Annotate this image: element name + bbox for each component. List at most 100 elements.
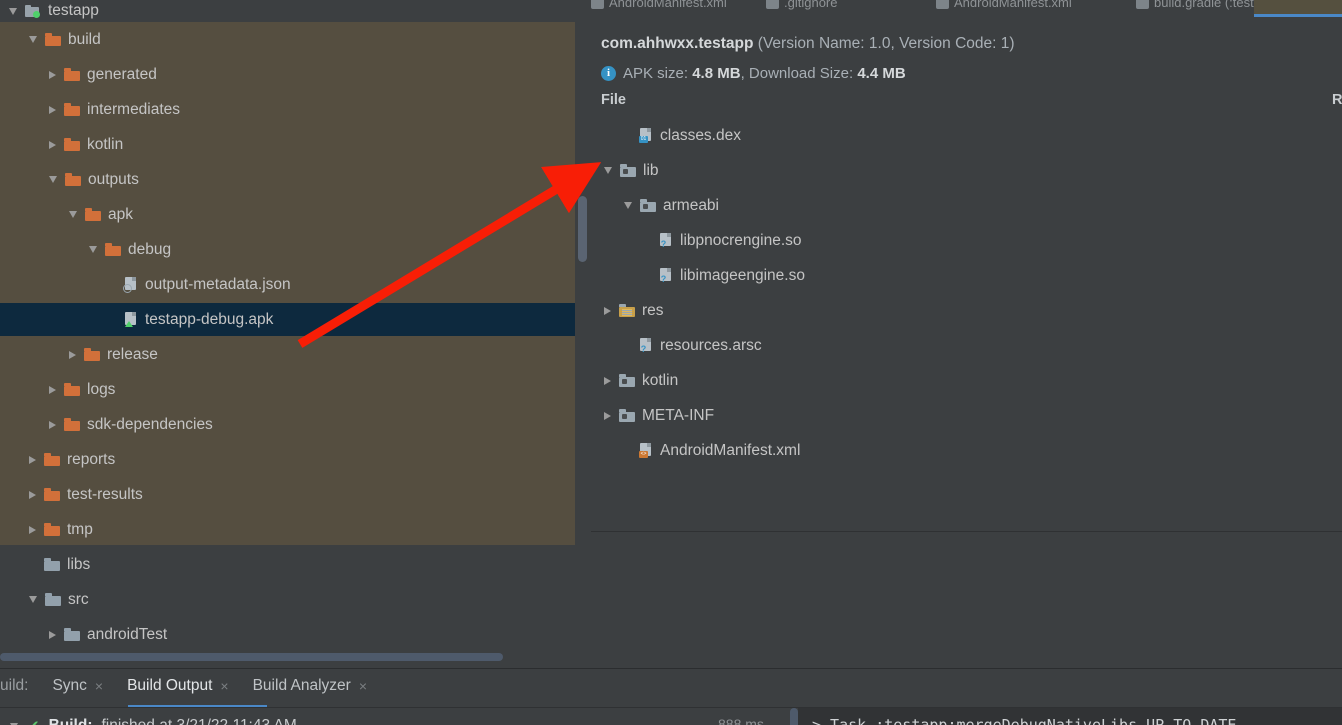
tree-item-label: src <box>68 590 89 608</box>
apk-analyzer-panel: AndroidManifest.xml .gitignore AndroidMani… <box>591 0 1342 668</box>
expand-triangle-icon[interactable] <box>29 525 36 534</box>
build-panel-tabs[interactable]: uild: Sync × Build Output × Build Analyzer × <box>0 671 379 701</box>
build-tab-label: Build Output <box>127 677 213 694</box>
apk-tree-item-libimageengine-so[interactable]: ? libimageengine.so <box>591 258 1342 293</box>
expand-triangle-icon[interactable] <box>49 385 56 394</box>
tree-item-testapp-debug-apk[interactable]: testapp-debug.apk <box>0 302 575 337</box>
apk-tree-item-label: classes.dex <box>660 126 741 144</box>
tree-item-logs[interactable]: logs <box>0 372 575 407</box>
apk-tree-item-androidmanifest-xml[interactable]: <> AndroidManifest.xml <box>591 433 1342 468</box>
tree-item-label: build <box>68 30 101 48</box>
apk-package-name: com.ahhwxx.testapp <box>601 35 754 52</box>
expand-triangle-icon[interactable] <box>29 455 36 464</box>
android-module-icon <box>25 4 41 18</box>
apk-tree-item-libpnocrengine-so[interactable]: ? libpnocrengine.so <box>591 223 1342 258</box>
tree-item-libs[interactable]: libs <box>0 547 575 582</box>
unknown-file-icon: ? <box>659 268 673 284</box>
tree-item-kotlin[interactable]: kotlin <box>0 127 575 162</box>
folder-icon <box>64 418 80 431</box>
tree-item-label: logs <box>87 380 116 398</box>
apk-panel-divider <box>591 531 1342 532</box>
expand-triangle-icon[interactable] <box>604 411 611 420</box>
apk-tree-item-armeabi[interactable]: armeabi <box>591 188 1342 223</box>
archive-folder-icon <box>640 199 656 212</box>
tree-item-label: debug <box>128 240 172 258</box>
build-panel-top-border <box>0 668 1342 669</box>
tree-item-androidtest[interactable]: androidTest <box>0 617 575 652</box>
tree-root-testapp[interactable]: testapp <box>0 0 575 22</box>
expand-triangle-icon[interactable] <box>49 105 56 114</box>
apk-tree-item-kotlin[interactable]: kotlin <box>591 363 1342 398</box>
expand-triangle-icon[interactable] <box>49 420 56 429</box>
tree-item-sdk-dependencies[interactable]: sdk-dependencies <box>0 407 575 442</box>
expand-triangle-icon[interactable] <box>604 167 612 174</box>
tree-item-reports[interactable]: reports <box>0 442 575 477</box>
column-header-file[interactable]: File <box>601 92 626 108</box>
expand-triangle-icon[interactable] <box>49 140 56 149</box>
panel-splitter[interactable] <box>575 0 591 668</box>
tree-item-src[interactable]: src <box>0 582 575 617</box>
tree-item-label: test-results <box>67 485 143 503</box>
tree-item-tmp[interactable]: tmp <box>0 512 575 547</box>
expand-triangle-icon[interactable] <box>604 376 611 385</box>
expand-triangle-icon[interactable] <box>49 630 56 639</box>
editor-tab-strip[interactable]: AndroidManifest.xml .gitignore AndroidMani… <box>591 0 1342 13</box>
apk-tree-item-meta-inf[interactable]: META-INF <box>591 398 1342 433</box>
build-tab-sync[interactable]: Sync × <box>40 671 115 701</box>
expand-triangle-icon[interactable] <box>69 211 77 218</box>
tree-item-generated[interactable]: generated <box>0 57 575 92</box>
editor-tab-0[interactable]: AndroidManifest.xml <box>591 0 727 13</box>
build-tab-build-output[interactable]: Build Output × <box>115 671 241 701</box>
apk-contents-tree[interactable]: 01 classes.dex lib armeabi? libpnocrengine.s… <box>591 118 1342 531</box>
folder-icon <box>85 208 101 221</box>
apk-tree-item-resources-arsc[interactable]: ? resources.arsc <box>591 328 1342 363</box>
tree-item-intermediates[interactable]: intermediates <box>0 92 575 127</box>
editor-tab-2[interactable]: AndroidManifest.xml <box>936 0 1072 13</box>
expand-triangle-icon[interactable] <box>29 36 37 43</box>
json-file-icon <box>123 277 138 293</box>
download-size-label: Download Size: <box>748 65 854 82</box>
expand-triangle-icon[interactable] <box>49 70 56 79</box>
tree-item-debug[interactable]: debug <box>0 232 575 267</box>
expand-triangle-icon[interactable] <box>624 202 632 209</box>
folder-icon <box>64 383 80 396</box>
close-icon[interactable]: × <box>95 678 103 694</box>
tree-item-release[interactable]: release <box>0 337 575 372</box>
folder-icon <box>44 488 60 501</box>
tree-item-output-metadata-json[interactable]: output-metadata.json <box>0 267 575 302</box>
apk-tree-item-label: lib <box>643 161 659 179</box>
expand-triangle-icon[interactable] <box>9 7 17 15</box>
expand-triangle-icon[interactable] <box>69 350 76 359</box>
gradle-icon <box>1136 0 1149 9</box>
tree-item-apk[interactable]: apk <box>0 197 575 232</box>
expand-triangle-icon[interactable] <box>604 306 611 315</box>
build-tab-label: Sync <box>52 677 87 694</box>
editor-tab-1[interactable]: .gitignore <box>766 0 837 13</box>
project-tree-horizontal-scrollbar[interactable] <box>0 653 503 661</box>
apk-tree-item-res[interactable]: res <box>591 293 1342 328</box>
expand-triangle-icon[interactable] <box>49 176 57 183</box>
expand-triangle-icon[interactable] <box>29 490 36 499</box>
apk-tree-item-lib[interactable]: lib <box>591 153 1342 188</box>
apk-tree-item-classes-dex[interactable]: 01 classes.dex <box>591 118 1342 153</box>
build-status-row[interactable]: ✔ Build: finished at 3/21/22 11:43 AM <box>0 712 297 725</box>
build-tab-build-analyzer[interactable]: Build Analyzer × <box>241 671 379 701</box>
unknown-file-icon: ? <box>659 233 673 249</box>
tree-item-outputs[interactable]: outputs <box>0 162 575 197</box>
apk-file-icon <box>124 312 138 327</box>
dex-file-icon: 01 <box>639 128 653 143</box>
archive-folder-icon <box>619 374 635 387</box>
tree-item-build[interactable]: build <box>0 22 575 57</box>
apk-tree-item-label: META-INF <box>642 406 715 424</box>
build-console-scrollbar[interactable] <box>790 708 798 725</box>
expand-triangle-icon[interactable] <box>29 596 37 603</box>
project-tree-vertical-scrollbar[interactable] <box>578 196 587 262</box>
project-tree-rows[interactable]: testapp build generated intermediates kotlin… <box>0 0 575 652</box>
project-tree-panel[interactable]: testapp build generated intermediates kotlin… <box>0 0 575 653</box>
tree-item-test-results[interactable]: test-results <box>0 477 575 512</box>
info-icon: i <box>601 66 616 81</box>
column-header-raw-size[interactable]: R <box>1332 92 1342 108</box>
expand-triangle-icon[interactable] <box>89 246 97 253</box>
close-icon[interactable]: × <box>220 678 228 694</box>
close-icon[interactable]: × <box>359 678 367 694</box>
